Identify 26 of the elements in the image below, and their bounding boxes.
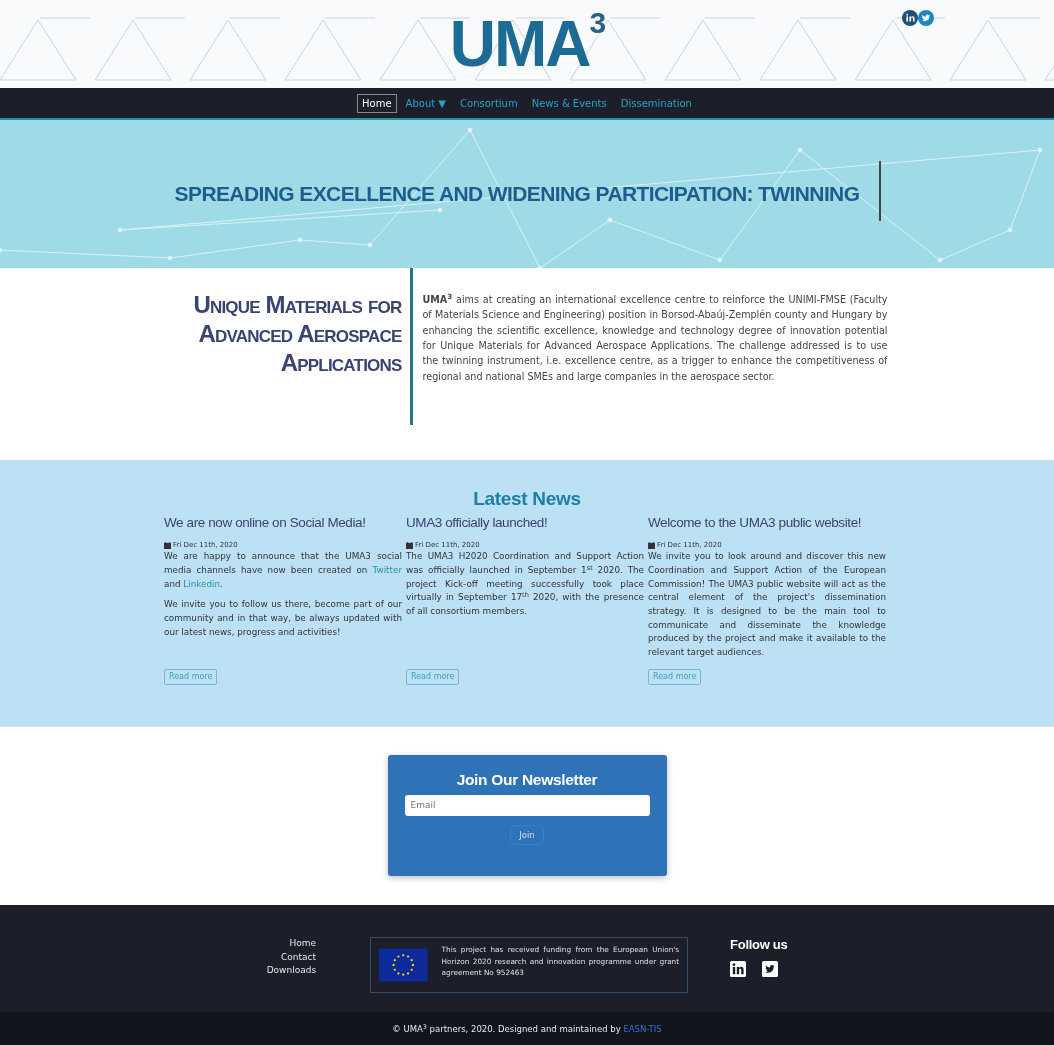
intro-paragraph: UMA$^{3}$ aims at creating an international excellence centre to reinforce the UNIMI-FMSE (Faculty of Materials Science and Engineering) position in Borsod-Abaúj-Zemplén county and Hungary by enhancing the scientific excellence, knowledge and technology degree of innovation potential for Unique Materials for Advanced Aerospace Applications. The challenge addressed is to use the twinning instrument, i.e. excellence centre, as a trigger to enhance the competitiveness of regional and national SMEs and large companies in the aerospace sector.	[422, 292, 888, 384]
news-title: We are now online on Social Media!	[164, 514, 367, 531]
news-title: Welcome to the UMA3 public website!	[648, 514, 863, 531]
newsletter-title: Join Our Newsletter	[455, 771, 599, 790]
nav-link[interactable]: Dissemination	[615, 93, 697, 113]
footer-link[interactable]: Home	[266, 937, 317, 951]
section-title: Latest News	[472, 488, 582, 511]
footer-link[interactable]: Contact	[266, 950, 317, 964]
news-paragraph: The UMA3 H2020 Coordination and Support Action was officially launched in September 1$^{st}$ 2020. The project Kick-off meeting successfully took place virtually in September 17$^{th}$ 2020, with the presence of all consortium members.	[406, 550, 644, 618]
nav-link[interactable]: Home	[357, 93, 397, 113]
news-paragraph: We invite you to follow us there, become part of our community and in that way, be always updated with our latest news, progress and activities!	[164, 598, 402, 639]
footer-link[interactable]: Downloads	[266, 964, 317, 978]
copyright-text: © UMA$^{3}$ partners, 2020. Designed and maintained by	[392, 1024, 622, 1034]
nav-link[interactable]: News & Events	[526, 93, 612, 113]
follow-title: Follow us	[730, 937, 788, 953]
nav-link[interactable]: Consortium	[455, 93, 523, 113]
news-paragraph: We invite you to look around and discover this new Coordination and Support Action of the European Commission! The UMA3 public website will act as the central element of the project's dissemination strategy. It is designed to be the main tool to communicate and disseminate the knowledge produced by the project and make it available to the relevant target audiences.	[648, 550, 886, 659]
uma-logo[interactable]: UMA$^{3}$	[449, 12, 605, 88]
credit-link[interactable]: EASN-TIS	[623, 1024, 662, 1034]
hero-title: SPREADING EXCELLENCE AND WIDENING PARTICIPATION: TWINNING	[174, 181, 860, 207]
nav-link[interactable]: About ▼	[400, 93, 452, 113]
join-button[interactable]: Join	[510, 824, 544, 846]
news-title: UMA3 officially launched!	[406, 514, 549, 531]
news-paragraph: We are happy to announce that the UMA3 social media channels have now been created on Twitter and Linkedin.	[164, 550, 402, 591]
intro-heading: Unique Materials for Advanced Aerospace Applications	[192, 291, 402, 378]
email-field[interactable]: Email	[404, 794, 650, 816]
